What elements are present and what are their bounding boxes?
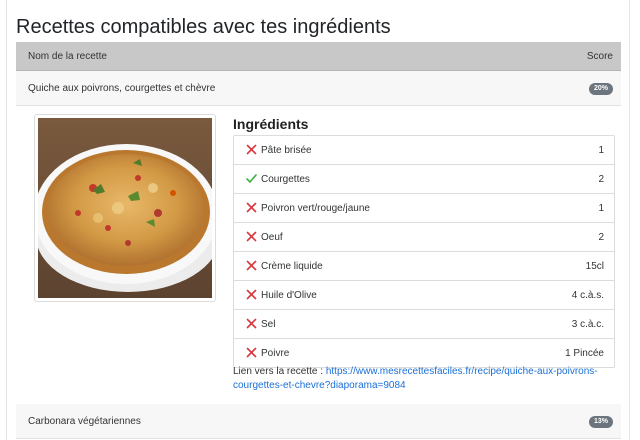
page-container: Recettes compatibles avec tes ingrédient… [6, 0, 630, 440]
recipe-name: Quiche aux poivrons, courgettes et chèvr… [28, 83, 216, 94]
ingredient-item: Courgettes 2 [234, 164, 614, 193]
ingredient-quantity: 1 Pincée [565, 348, 604, 359]
cross-icon [246, 144, 257, 155]
recipe-photo [34, 114, 216, 302]
ingredient-name: Crème liquide [261, 261, 323, 272]
table-header: Nom de la recette Score [16, 42, 621, 71]
ingredient-quantity: 1 [598, 203, 604, 214]
ingredient-item: Poivre 1 Pincée [234, 338, 614, 367]
ingredient-item: Poivron vert/rouge/jaune 1 [234, 193, 614, 222]
score-badge: 13% [588, 416, 613, 428]
column-header-name: Nom de la recette [28, 51, 107, 62]
ingredient-name: Poivre [261, 348, 290, 359]
ingredient-quantity: 4 c.à.s. [571, 290, 604, 301]
quiche-image [38, 118, 212, 298]
ingredient-item: Pâte brisée 1 [234, 136, 614, 164]
ingredient-name: Courgettes [261, 174, 310, 185]
ingredient-name: Huile d'Olive [261, 290, 317, 301]
ingredient-item: Sel 3 c.à.c. [234, 309, 614, 338]
ingredient-item: Oeuf 2 [234, 222, 614, 251]
cross-icon [246, 347, 257, 358]
page-title: Recettes compatibles avec tes ingrédient… [16, 16, 391, 38]
ingredient-quantity: 3 c.à.c. [571, 319, 604, 330]
recipe-row[interactable]: Carbonara végétariennes 13% [16, 404, 621, 439]
ingredient-item: Crème liquide 15cl [234, 251, 614, 280]
recipe-detail-panel: Ingrédients Pâte brisée 1 Courgettes 2 Poivr… [16, 106, 621, 404]
ingredient-item: Huile d'Olive 4 c.à.s. [234, 280, 614, 309]
ingredient-name: Poivron vert/rouge/jaune [261, 203, 370, 214]
recipe-row[interactable]: Quiche aux poivrons, courgettes et chèvr… [16, 71, 621, 106]
ingredient-name: Pâte brisée [261, 145, 312, 156]
ingredient-quantity: 1 [598, 145, 604, 156]
recipe-link-label: Lien vers la recette : [233, 366, 326, 377]
recipe-name: Carbonara végétariennes [28, 416, 141, 427]
ingredient-quantity: 15cl [585, 261, 604, 272]
ingredient-name: Oeuf [261, 232, 283, 243]
cross-icon [246, 318, 257, 329]
recipe-link-line: Lien vers la recette : https://www.mesre… [233, 365, 623, 393]
ingredient-quantity: 2 [598, 174, 604, 185]
ingredient-name: Sel [261, 319, 276, 330]
score-badge: 20% [588, 83, 613, 95]
cross-icon [246, 231, 257, 242]
cross-icon [246, 202, 257, 213]
ingredients-title: Ingrédients [233, 116, 309, 132]
ingredients-list: Pâte brisée 1 Courgettes 2 Poivron vert/roug… [233, 135, 615, 368]
check-icon [246, 174, 257, 184]
ingredient-quantity: 2 [598, 232, 604, 243]
cross-icon [246, 289, 257, 300]
cross-icon [246, 260, 257, 271]
column-header-score: Score [586, 51, 613, 62]
